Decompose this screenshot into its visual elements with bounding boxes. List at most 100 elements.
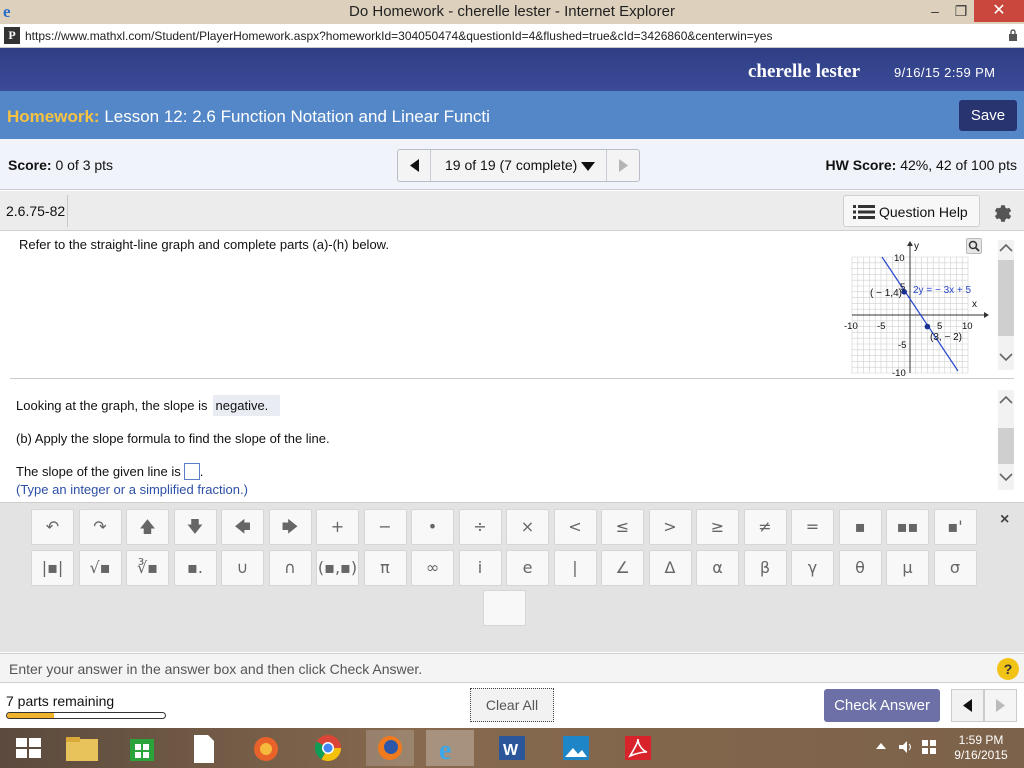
- parts-scrollbar[interactable]: [998, 390, 1014, 490]
- palette-key[interactable]: 🡄: [221, 509, 264, 545]
- palette-key[interactable]: 🡇: [173, 509, 217, 545]
- volume-icon[interactable]: [898, 740, 914, 754]
- palette-key[interactable]: ▪: [838, 509, 882, 545]
- palette-key[interactable]: ▪': [933, 509, 977, 545]
- scroll-down-icon[interactable]: [999, 352, 1013, 362]
- palette-key[interactable]: +: [316, 509, 359, 545]
- word-icon[interactable]: W: [488, 730, 536, 766]
- palette-key[interactable]: •: [411, 509, 454, 545]
- chevron-down-icon: [581, 162, 596, 171]
- scroll-down-icon[interactable]: [999, 472, 1013, 482]
- show-hidden-icons-icon[interactable]: [876, 742, 886, 750]
- network-icon[interactable]: [922, 740, 936, 754]
- palette-key[interactable]: √▪: [78, 550, 122, 586]
- palette-key[interactable]: π: [363, 550, 407, 586]
- palette-key[interactable]: ∛▪: [126, 550, 169, 586]
- palette-key[interactable]: −: [363, 509, 407, 545]
- palette-more-button[interactable]: [483, 590, 526, 626]
- palette-key[interactable]: ÷: [458, 509, 502, 545]
- prompt-scrollbar[interactable]: [998, 240, 1014, 370]
- photos-icon[interactable]: [552, 730, 600, 766]
- palette-key[interactable]: ▪▪: [886, 509, 929, 545]
- palette-key[interactable]: ≠: [743, 509, 787, 545]
- palette-key[interactable]: ↶: [31, 509, 74, 545]
- palette-key[interactable]: ▪.: [173, 550, 217, 586]
- palette-key[interactable]: i: [458, 550, 502, 586]
- taskbar-clock[interactable]: 1:59 PM 9/16/2015: [950, 733, 1012, 763]
- restore-button[interactable]: ❐: [948, 0, 974, 22]
- score-text: Score: 0 of 3 pts: [8, 157, 113, 173]
- check-answer-button[interactable]: Check Answer: [824, 689, 940, 722]
- lock-icon[interactable]: [1008, 29, 1018, 42]
- scroll-thumb[interactable]: [998, 428, 1014, 464]
- palette-key[interactable]: γ: [791, 550, 834, 586]
- scroll-up-icon[interactable]: [999, 243, 1013, 253]
- question-selector[interactable]: 19 of 19 (7 complete): [445, 157, 596, 173]
- status-bar: Enter your answer in the answer box and …: [0, 653, 1024, 683]
- palette-key[interactable]: θ: [838, 550, 882, 586]
- svg-text:W: W: [503, 742, 519, 759]
- palette-key[interactable]: ∠: [601, 550, 644, 586]
- palette-key[interactable]: β: [743, 550, 787, 586]
- zoom-icon[interactable]: [966, 238, 982, 254]
- palette-key[interactable]: <: [553, 509, 597, 545]
- palette-key[interactable]: (▪,▪): [316, 550, 359, 586]
- clear-all-button[interactable]: Clear All: [470, 688, 554, 722]
- windows-start-icon[interactable]: [4, 730, 52, 766]
- palette-key[interactable]: ×: [506, 509, 549, 545]
- next-question-button[interactable]: [606, 150, 639, 181]
- palette-key[interactable]: |▪|: [31, 550, 74, 586]
- scroll-thumb[interactable]: [998, 260, 1014, 336]
- palette-key[interactable]: ∪: [221, 550, 264, 586]
- palette-key[interactable]: =: [791, 509, 834, 545]
- answer-box[interactable]: [183, 463, 200, 480]
- triangle-right-icon: [619, 159, 628, 172]
- palette-key[interactable]: 🡆: [268, 509, 312, 545]
- user-name: cherelle lester: [748, 61, 860, 82]
- store-icon[interactable]: [118, 730, 166, 766]
- palette-key[interactable]: ≤: [601, 509, 644, 545]
- palette-key[interactable]: ∩: [268, 550, 312, 586]
- palette-key[interactable]: 🡅: [126, 509, 169, 545]
- question-position: 19 of 19 (7 complete): [445, 157, 578, 173]
- x-tick-label: -5: [877, 321, 885, 332]
- status-text: Enter your answer in the answer box and …: [9, 661, 423, 677]
- divider: [10, 378, 1014, 379]
- footer-next-button[interactable]: [984, 689, 1017, 722]
- chrome-icon[interactable]: [304, 730, 352, 766]
- save-button[interactable]: Save: [959, 100, 1017, 131]
- internet-explorer-icon[interactable]: e: [426, 730, 474, 766]
- y-tick-label: -5: [898, 340, 906, 351]
- palette-key[interactable]: μ: [886, 550, 929, 586]
- palette-key[interactable]: α: [696, 550, 739, 586]
- help-icon[interactable]: ?: [997, 658, 1019, 680]
- palette-key[interactable]: Δ: [648, 550, 692, 586]
- homework-name: Lesson 12: 2.6 Function Notation and Lin…: [104, 107, 490, 126]
- palette-key[interactable]: >: [648, 509, 692, 545]
- score-label: Score:: [8, 157, 52, 173]
- firefox-icon[interactable]: [366, 730, 414, 766]
- question-prompt: Refer to the straight-line graph and com…: [19, 237, 389, 252]
- footer-previous-button[interactable]: [951, 689, 984, 722]
- palette-close-icon[interactable]: ×: [1000, 511, 1009, 529]
- question-id: 2.6.75-82: [6, 203, 66, 219]
- palette-key[interactable]: ↷: [78, 509, 122, 545]
- close-window-button[interactable]: ✕: [974, 0, 1024, 22]
- minimize-button[interactable]: –: [922, 0, 948, 22]
- document-icon[interactable]: [180, 730, 228, 766]
- site-favicon-icon: P: [4, 27, 20, 44]
- previous-question-button[interactable]: [398, 150, 431, 181]
- palette-key[interactable]: e: [506, 550, 549, 586]
- scroll-up-icon[interactable]: [999, 395, 1013, 405]
- palette-key[interactable]: |: [553, 550, 597, 586]
- acrobat-icon[interactable]: [614, 730, 662, 766]
- palette-key[interactable]: σ: [933, 550, 977, 586]
- file-explorer-icon[interactable]: [58, 730, 106, 766]
- firefox-old-icon[interactable]: [242, 730, 290, 766]
- question-help-button[interactable]: Question Help: [843, 195, 980, 227]
- palette-key[interactable]: ≥: [696, 509, 739, 545]
- gear-icon[interactable]: [990, 201, 1012, 223]
- palette-key[interactable]: ∞: [411, 550, 454, 586]
- url-field[interactable]: https://www.mathxl.com/Student/PlayerHom…: [25, 29, 772, 43]
- clock-time: 1:59 PM: [958, 733, 1004, 747]
